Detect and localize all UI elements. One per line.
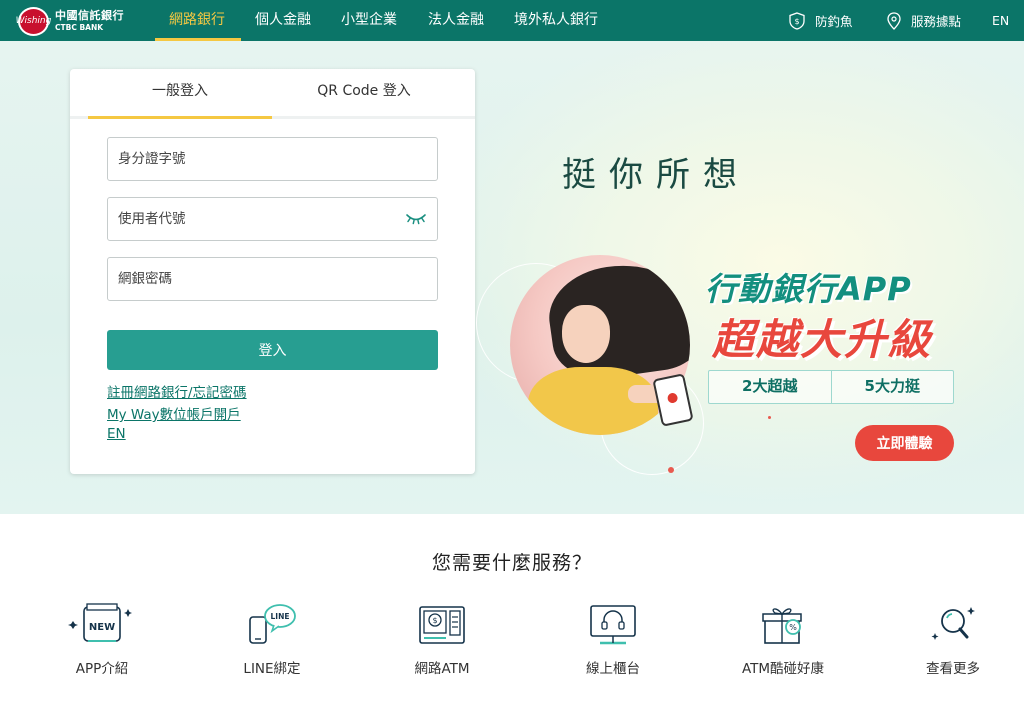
eye-closed-icon[interactable] xyxy=(405,212,427,226)
nav-branch-locator-label: 服務據點 xyxy=(911,14,962,29)
nav-item-small-business[interactable]: 小型企業 xyxy=(341,0,397,41)
login-button[interactable]: 登入 xyxy=(107,330,438,370)
register-forgot-link[interactable]: 註冊網路銀行/忘記密碼 xyxy=(107,381,247,401)
new-badge-icon: NEW xyxy=(68,603,132,642)
login-card: 一般登入 QR Code 登入 登入 註冊網路銀行/忘記密碼 My Way數位帳… xyxy=(70,69,475,474)
id-number-field[interactable] xyxy=(107,137,438,181)
login-en-link[interactable]: EN xyxy=(107,426,126,442)
tab-qr-login[interactable]: QR Code 登入 xyxy=(272,69,456,119)
nav-anti-phishing[interactable]: $ 防釣魚 xyxy=(789,0,853,41)
svg-text:$: $ xyxy=(432,616,437,625)
magnifier-icon xyxy=(931,607,975,640)
promo-pill: 2大超越 xyxy=(742,377,798,395)
service-label: 網路ATM xyxy=(414,661,470,677)
promo-pill: 5大力挺 xyxy=(830,371,954,403)
nav-item-personal[interactable]: 個人金融 xyxy=(255,0,311,41)
promo-pills: 2大超越 5大力挺 xyxy=(708,370,954,404)
gift-box-icon: % xyxy=(762,608,802,644)
service-atm-coupons[interactable]: % ATM酷碰好康 xyxy=(718,600,848,677)
headset-monitor-icon xyxy=(590,605,636,645)
myway-account-link[interactable]: My Way數位帳戶開戶 xyxy=(107,403,241,423)
decor-dot xyxy=(668,467,674,473)
service-web-atm[interactable]: $ 網路ATM xyxy=(377,600,507,677)
line-phone-icon: LINE xyxy=(249,604,296,644)
service-app-intro[interactable]: NEW APP介紹 xyxy=(37,600,167,677)
svg-text:$: $ xyxy=(794,17,799,26)
shield-icon: $ xyxy=(789,11,805,30)
tab-active-indicator xyxy=(88,116,272,119)
service-see-more[interactable]: 查看更多 xyxy=(888,600,1018,677)
hero-slogan: 挺你所想 xyxy=(562,155,750,195)
id-number-input[interactable] xyxy=(118,151,398,167)
user-code-field[interactable] xyxy=(107,197,438,241)
services-title: 您需要什麼服務？ xyxy=(431,552,592,574)
user-code-input[interactable] xyxy=(118,211,398,227)
ctbc-logo[interactable]: Wishing 中國信託銀行 CTBC BANK xyxy=(16,6,138,36)
brand-name-zh: 中國信託銀行 xyxy=(55,9,124,23)
service-online-counter[interactable]: 線上櫃台 xyxy=(548,600,678,677)
nav-language-en[interactable]: EN xyxy=(992,0,1009,41)
service-label: APP介紹 xyxy=(75,661,129,677)
tab-general-login[interactable]: 一般登入 xyxy=(88,69,272,119)
line-badge-text: LINE xyxy=(271,612,290,621)
service-label: 線上櫃台 xyxy=(586,661,640,677)
location-pin-icon xyxy=(887,11,901,30)
nav-anti-phishing-label: 防釣魚 xyxy=(815,14,853,29)
service-label: LINE綁定 xyxy=(243,661,301,677)
nav-item-online-banking[interactable]: 網路銀行 xyxy=(169,0,225,41)
brand-name-en: CTBC BANK xyxy=(55,23,104,33)
service-label: 查看更多 xyxy=(926,661,980,677)
new-badge-text: NEW xyxy=(89,622,115,633)
nav-branch-locator[interactable]: 服務據點 xyxy=(887,0,961,41)
svg-text:%: % xyxy=(789,623,797,632)
nav-item-private-banking[interactable]: 境外私人銀行 xyxy=(514,0,598,41)
decor-dot xyxy=(768,416,771,419)
try-now-button[interactable]: 立即體驗 xyxy=(855,425,954,461)
atm-icon: $ xyxy=(419,606,465,644)
hero-section: 一般登入 QR Code 登入 登入 註冊網路銀行/忘記密碼 My Way數位帳… xyxy=(0,41,1024,514)
service-label: ATM酷碰好康 xyxy=(741,661,825,677)
nav-item-corporate[interactable]: 法人金融 xyxy=(428,0,484,41)
service-line-binding[interactable]: LINE LINE綁定 xyxy=(207,600,337,677)
password-input[interactable] xyxy=(118,271,398,287)
promo-subtitle: 超越大升級 xyxy=(712,315,933,364)
promo-title: 行動銀行APP xyxy=(705,270,912,308)
password-field[interactable] xyxy=(107,257,438,301)
logo-mark: Wishing xyxy=(16,6,51,36)
top-nav: Wishing 中國信託銀行 CTBC BANK 網路銀行 個人金融 小型企業 … xyxy=(0,0,1024,41)
